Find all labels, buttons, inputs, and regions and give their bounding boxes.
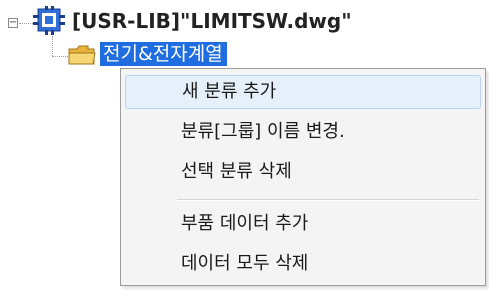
menu-item-add-category[interactable]: 새 분류 추가	[125, 75, 481, 109]
menu-item-add-part-data[interactable]: 부품 데이터 추가	[125, 207, 481, 241]
tree-connector	[52, 56, 68, 57]
menu-item-rename-category[interactable]: 분류[그룹] 이름 변경.	[125, 115, 481, 149]
collapse-toggle[interactable]: −	[8, 18, 18, 28]
tree-connector	[52, 36, 53, 56]
tree-connector	[19, 23, 33, 24]
menu-separator	[177, 199, 479, 201]
menu-item-delete-all-data[interactable]: 데이터 모두 삭제	[125, 247, 481, 281]
app-component-icon	[33, 6, 65, 35]
root-node-label[interactable]: [USR-LIB]"LIMITSW.dwg"	[72, 9, 352, 33]
menu-item-delete-category[interactable]: 선택 분류 삭제	[125, 155, 481, 189]
folder-icon	[68, 45, 96, 65]
selected-node-label[interactable]: 전기&전자계열	[100, 42, 227, 66]
context-menu: 새 분류 추가 분류[그룹] 이름 변경. 선택 분류 삭제 부품 데이터 추가…	[120, 68, 486, 286]
